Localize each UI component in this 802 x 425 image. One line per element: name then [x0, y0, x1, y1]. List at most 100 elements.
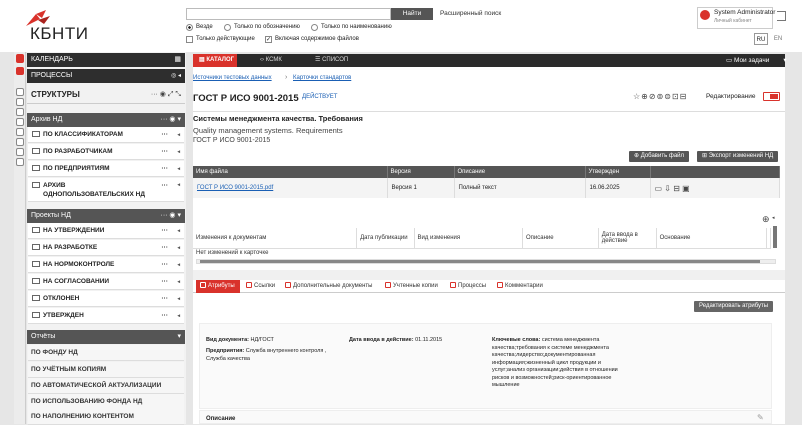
process-icon — [450, 282, 456, 288]
tab-ksmk[interactable]: ‹› КСМК — [254, 54, 304, 67]
detail-tabs — [193, 280, 785, 293]
chevron-down-icon[interactable]: ▾ — [177, 330, 181, 344]
menu-icon[interactable] — [16, 67, 24, 75]
structures-header[interactable]: СТРУКТУРЫ ··· ◉ ⤢ ⤡ — [27, 87, 185, 104]
col-filename: Имя файла — [193, 166, 388, 178]
sidebar-item-enterprises[interactable]: ПО ПРЕДПРИЯТИЯМ ··· ◂ — [28, 161, 184, 177]
sidebar-item-development[interactable]: НА РАЗРАБОТКЕ ··· ◂ — [28, 240, 184, 256]
report-fund-usage[interactable]: ПО ИСПОЛЬЗОВАНИЮ ФОНДА НД — [28, 394, 184, 410]
tab-comments[interactable]: Комментарии — [497, 280, 543, 293]
arrow-left-icon: ◂ — [177, 132, 180, 138]
edit-mode-toggle[interactable] — [763, 92, 780, 101]
advanced-search-link[interactable]: Расширенный поиск — [440, 8, 501, 20]
col-change-type: Вид изменения — [414, 228, 523, 249]
export-changes-button[interactable]: ⊞ Экспорт изменений НД — [697, 151, 779, 162]
document-icon[interactable] — [16, 98, 24, 106]
folder-icon — [32, 295, 40, 301]
report-copies[interactable]: ПО УЧЁТНЫМ КОПИЯМ — [28, 362, 184, 378]
page-title: ГОСТ Р ИСО 9001-2015 — [193, 93, 299, 104]
sidebar-item-normcontrol[interactable]: НА НОРМОКОНТРОЛЕ ··· ◂ — [28, 257, 184, 273]
tab-links[interactable]: Ссылки — [246, 280, 275, 293]
folder-icon — [32, 131, 40, 137]
sidebar-item-approved[interactable]: УТВЕРЖДЕН ··· ◂ — [28, 308, 184, 324]
plus-icon: ⊕ — [634, 153, 641, 159]
chevron-down-icon: ▾ — [783, 57, 787, 64]
sidebar-item-rejected[interactable]: ОТКЛОНЕН ··· ◂ — [28, 291, 184, 307]
radio-icon — [311, 23, 318, 31]
folder-icon — [32, 165, 40, 171]
report-auto-update[interactable]: ПО АВТОМАТИЧЕСКОЙ АКТУАЛИЗАЦИИ — [28, 378, 184, 394]
changes-table: Изменения к документам Дата публикации В… — [193, 228, 771, 249]
folder-icon — [32, 227, 40, 233]
lang-en[interactable]: EN — [771, 33, 785, 45]
archive-header[interactable]: Архив НД ··· ◉ ▾ — [27, 113, 185, 127]
search-option-designation[interactable]: Только по обозначению — [224, 23, 300, 31]
sidebar-item-approval[interactable]: НА УТВЕРЖДЕНИИ ··· ◂ — [28, 223, 184, 239]
breadcrumb-cards[interactable]: Карточки стандартов — [293, 75, 351, 81]
sidebar-item-agreement[interactable]: НА СОГЛАСОВАНИИ ··· ◂ — [28, 274, 184, 290]
sidebar-item-archive-single[interactable]: АРХИВ ОДНОПОЛЬЗОВАТЕЛЬСКИХ НД ··· ◂ — [28, 178, 184, 202]
arrow-left-icon[interactable]: ◂ — [772, 215, 775, 221]
file-link[interactable]: ГОСТ Р ИСО 9001-2015.pdf — [197, 185, 273, 191]
empty-changes-text: Нет изменений к карточке — [196, 250, 269, 256]
sidebar-item-classifiers[interactable]: ПО КЛАССИФИКАТОРАМ ··· ◂ — [28, 127, 184, 143]
filter-include-files[interactable]: ✓ Включая содержимое файлов — [265, 35, 359, 43]
sidebar-item-developers[interactable]: ПО РАЗРАБОТЧИКАМ ··· ◂ — [28, 144, 184, 160]
lang-ru[interactable]: RU — [754, 33, 768, 45]
tab-attributes[interactable]: Атрибуты — [196, 280, 240, 293]
user-cabinet-link[interactable]: Личный кабинет — [714, 18, 752, 24]
my-tasks-button[interactable]: ▭ Мои задачи ▾ — [726, 54, 787, 67]
collapse-icon[interactable] — [16, 54, 24, 63]
report-content[interactable]: ПО НАПОЛНЕНИЮ КОНТЕНТОМ — [28, 409, 184, 425]
attr-enterprise: Предприятия: Служба внутреннего контроля… — [206, 348, 327, 362]
logout-icon[interactable] — [777, 11, 786, 21]
find-button[interactable]: Найти — [391, 8, 433, 20]
tab-processes[interactable]: Процессы — [450, 280, 486, 293]
eye-icon[interactable]: ··· ◉ ▾ — [160, 113, 181, 127]
edit-pencil-icon[interactable]: ✎ — [757, 413, 764, 422]
search-input[interactable] — [186, 8, 391, 20]
chart-icon[interactable] — [16, 118, 24, 126]
help-icon[interactable] — [16, 158, 24, 166]
comment-icon — [497, 282, 503, 288]
divider — [193, 111, 785, 112]
changes-header-row: Изменения к документам Дата публикации В… — [193, 228, 771, 249]
add-file-button[interactable]: ⊕ Добавить файл — [629, 151, 690, 162]
star-icon[interactable] — [16, 88, 24, 96]
edit-attributes-button[interactable]: Редактировать атрибуты — [694, 301, 774, 312]
search-option-everywhere[interactable]: Везде — [186, 23, 213, 31]
eye-icon[interactable]: ··· ◉ ▾ — [160, 209, 181, 223]
sidebar-processes[interactable]: ПРОЦЕССЫ ◎ ◂ — [27, 69, 185, 83]
calendar-icon: ▦ — [174, 56, 181, 63]
add-change-icon[interactable]: ⊕ — [762, 214, 770, 225]
ksmk-icon: ‹› — [260, 57, 264, 63]
description-label: Описание — [206, 416, 236, 422]
breadcrumb-sources[interactable]: Источники тестовых данных — [193, 75, 272, 81]
at-icon[interactable] — [16, 148, 24, 156]
checkbox-checked-icon: ✓ — [265, 35, 272, 43]
status-badge: ДЕЙСТВУЕТ — [302, 94, 338, 100]
clock-icon[interactable] — [16, 128, 24, 136]
report-fund[interactable]: ПО ФОНДУ НД — [28, 345, 184, 361]
structures-tools-icon[interactable]: ··· ◉ ⤢ ⤡ — [151, 90, 181, 99]
tab-additional-docs[interactable]: Дополнительные документы — [285, 280, 372, 293]
tab-catalog[interactable]: ▤ КАТАЛОГ — [193, 54, 237, 67]
filter-active-only[interactable]: Только действующие — [186, 35, 255, 43]
file-action-icons[interactable]: ▭ ⇩ ⊟ ▣ — [650, 178, 780, 198]
col-change-desc: Описание — [522, 228, 599, 249]
scrollbar-thumb[interactable] — [200, 260, 760, 263]
vertical-scrollbar[interactable] — [773, 226, 777, 248]
tab-registered-copies[interactable]: Учтенные копии — [385, 280, 438, 293]
link-icon — [246, 282, 252, 288]
document-actions-icons[interactable]: ☆⊕⊘⊚⊜⊡⊟ — [633, 92, 687, 101]
sidebar-calendar[interactable]: КАЛЕНДАРЬ ▦ — [27, 53, 185, 67]
projects-header[interactable]: Проекты НД ··· ◉ ▾ — [27, 209, 185, 223]
gear-icon[interactable] — [16, 138, 24, 146]
reports-header[interactable]: Отчёты ▾ — [27, 330, 185, 344]
tab-spisop[interactable]: ☰ СПИСОП — [309, 54, 359, 67]
splitter[interactable] — [186, 52, 193, 424]
logo-text[interactable]: КБНТИ — [30, 24, 88, 44]
folder-icon — [32, 312, 40, 318]
search-option-name[interactable]: Только по наименованию — [311, 23, 392, 31]
search-icon[interactable] — [16, 108, 24, 116]
